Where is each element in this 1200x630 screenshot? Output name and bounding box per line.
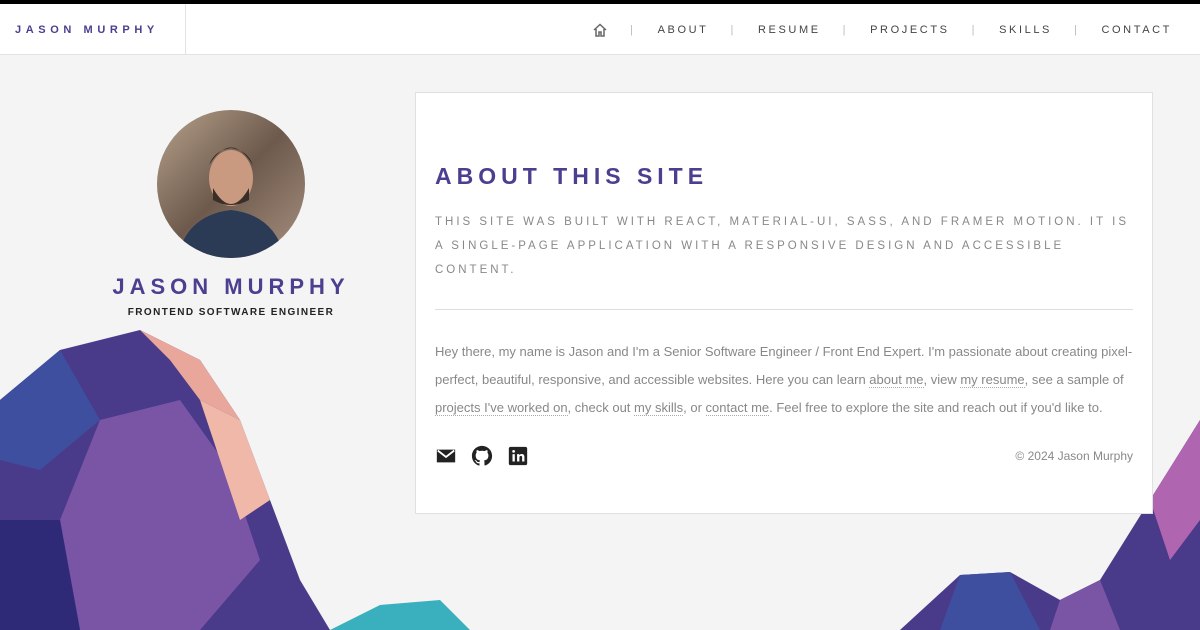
resume-link[interactable]: my resume: [960, 372, 1025, 388]
nav-separator: |: [730, 23, 736, 36]
main-nav: | ABOUT | RESUME | PROJECTS | SKILLS | C…: [592, 4, 1172, 55]
avatar: [157, 110, 305, 258]
page-title: ABOUT THIS SITE: [435, 163, 709, 189]
brand-logo[interactable]: JASON MURPHY: [0, 4, 186, 55]
nav-contact[interactable]: CONTACT: [1101, 24, 1172, 36]
profile-name: JASON MURPHY: [112, 274, 350, 299]
nav-separator: |: [971, 23, 978, 36]
nav-skills[interactable]: SKILLS: [999, 24, 1052, 36]
text: . Feel free to explore the site and reac…: [769, 400, 1103, 415]
nav-projects[interactable]: PROJECTS: [870, 24, 949, 36]
text: , see a sample of: [1024, 372, 1124, 387]
nav-separator: |: [842, 23, 849, 36]
nav-resume[interactable]: RESUME: [758, 24, 821, 36]
intro-text: Hey there, my name is Jason and I'm a Se…: [435, 338, 1133, 422]
contact-link[interactable]: contact me: [705, 400, 770, 416]
email-icon[interactable]: [435, 445, 457, 467]
about-me-link[interactable]: about me: [869, 372, 924, 388]
card-footer: © 2024 Jason Murphy: [435, 445, 1133, 467]
skills-link[interactable]: my skills: [634, 400, 684, 416]
subtitle: THIS SITE WAS BUILT WITH REACT, MATERIAL…: [435, 216, 1129, 276]
about-card: ABOUT THIS SITE THIS SITE WAS BUILT WITH…: [415, 92, 1153, 514]
divider: [435, 309, 1133, 310]
text: , or: [683, 400, 706, 415]
text: , view: [923, 372, 961, 387]
nav-separator: |: [1073, 23, 1080, 36]
site-header: JASON MURPHY | ABOUT | RESUME | PROJECTS…: [0, 4, 1200, 55]
github-icon[interactable]: [471, 445, 493, 467]
profile: JASON MURPHY FRONTEND SOFTWARE ENGINEER: [90, 110, 372, 318]
nav-separator: |: [630, 23, 636, 36]
linkedin-icon[interactable]: [507, 445, 529, 467]
nav-about[interactable]: ABOUT: [658, 24, 709, 36]
home-icon[interactable]: [592, 22, 608, 37]
projects-link[interactable]: projects I've worked on: [435, 400, 568, 416]
text: , check out: [567, 400, 635, 415]
copyright: © 2024 Jason Murphy: [1015, 449, 1133, 463]
profile-title: FRONTEND SOFTWARE ENGINEER: [127, 307, 335, 318]
avatar-photo: [177, 147, 285, 258]
